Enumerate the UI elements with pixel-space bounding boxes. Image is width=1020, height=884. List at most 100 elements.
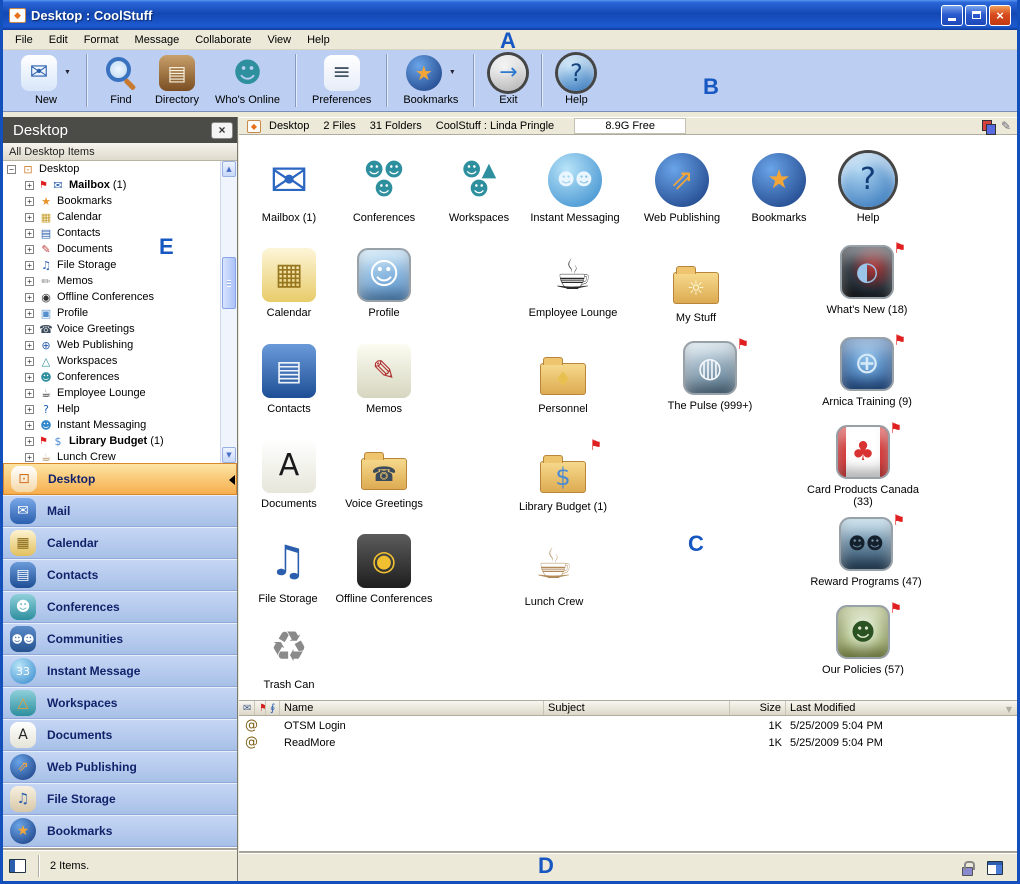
desktop-icon-reward-programs-47[interactable]: ☻☻⚑Reward Programs (47) [801,515,931,588]
tree-item-documents[interactable]: +✎Documents [3,241,237,257]
close-button[interactable]: × [989,5,1011,26]
desktop-icon-trash-can[interactable]: ♻Trash Can [239,618,354,691]
scroll-down-button[interactable]: ▼ [222,447,236,463]
tree-item-help[interactable]: +?Help [3,401,237,417]
expand-box-icon[interactable]: + [25,309,34,318]
title-bar[interactable]: ◆ Desktop : CoolStuff × [3,0,1017,30]
pages-icon[interactable] [982,120,995,133]
expand-box-icon[interactable]: + [25,453,34,462]
expand-box-icon[interactable]: + [25,261,34,270]
toolbar-button-new[interactable]: ✉▼New [13,50,79,111]
panel-filter-bar[interactable]: All Desktop Items [3,143,237,161]
menu-item-edit[interactable]: Edit [41,32,76,48]
expand-box-icon[interactable]: + [25,245,34,254]
sidebar-item-instant-message[interactable]: 33Instant Message [3,655,237,687]
expand-box-icon[interactable]: + [25,277,34,286]
toolbar-button-preferences[interactable]: ≡Preferences [304,50,379,111]
tree-item-bookmarks[interactable]: +★Bookmarks [3,193,237,209]
toolbar-button-help[interactable]: ?Help [550,50,602,111]
toolbar-button-find[interactable]: Find [95,50,147,111]
desktop-icon-arnica-training-9[interactable]: ⊕⚑Arnica Training (9) [802,335,932,408]
tree-item-offline-conferences[interactable]: +◉Offline Conferences [3,289,237,305]
split-pane-icon[interactable] [987,861,1003,875]
list-item-otsm-login[interactable]: @OTSM Login1K5/25/2009 5:04 PM [239,717,1017,734]
column-header-flag-icon[interactable]: ⚑ [255,701,266,715]
collapse-box-icon[interactable]: − [7,165,16,174]
scroll-up-button[interactable]: ▲ [222,161,236,177]
expand-box-icon[interactable]: + [25,437,34,446]
desktop-icon-profile[interactable]: ☺Profile [319,246,449,319]
expand-box-icon[interactable]: + [25,389,34,398]
desktop-icon-memos[interactable]: ✎Memos [319,342,449,415]
expand-box-icon[interactable]: + [25,373,34,382]
column-header-last-modified[interactable]: Last Modified [786,701,1017,715]
menu-item-file[interactable]: File [7,32,41,48]
toggle-panel-icon[interactable] [9,859,26,873]
tree-item-library-budget[interactable]: +⚑$Library Budget(1) [3,433,237,449]
maximize-button[interactable] [965,5,987,26]
desktop-icon-offline-conferences[interactable]: ◉Offline Conferences [319,532,449,605]
expand-box-icon[interactable]: + [25,229,34,238]
expand-box-icon[interactable]: + [25,357,34,366]
tree-item-calendar[interactable]: +▦Calendar [3,209,237,225]
sidebar-item-workspaces[interactable]: △Workspaces [3,687,237,719]
list-item-readmore[interactable]: @ReadMore1K5/25/2009 5:04 PM [239,734,1017,751]
desktop-icon-voice-greetings[interactable]: ☎Voice Greetings [319,437,449,510]
desktop-icon-personnel[interactable]: ♦Personnel [498,342,628,415]
expand-box-icon[interactable]: + [25,181,34,190]
desktop-icon-our-policies-57[interactable]: ☻⚑Our Policies (57) [798,603,928,676]
dropdown-caret-icon[interactable]: ▼ [64,69,71,76]
panel-close-button[interactable]: × [211,122,233,139]
menu-item-help[interactable]: Help [299,32,338,48]
sidebar-item-web-publishing[interactable]: ⇗Web Publishing [3,751,237,783]
scroll-thumb[interactable] [222,257,236,309]
minimize-button[interactable] [941,5,963,26]
tree-item-web-publishing[interactable]: +⊕Web Publishing [3,337,237,353]
column-header-size[interactable]: Size [730,701,786,715]
tree-item-employee-lounge[interactable]: +☕Employee Lounge [3,385,237,401]
expand-box-icon[interactable]: + [25,421,34,430]
column-header-attachment-icon[interactable]: ∮ [266,701,280,715]
dropdown-caret-icon[interactable]: ▼ [449,69,456,76]
menu-item-message[interactable]: Message [127,32,188,48]
sidebar-item-file-storage[interactable]: ♫File Storage [3,783,237,815]
tree-item-file-storage[interactable]: +♫File Storage [3,257,237,273]
toolbar-button-who-s-online[interactable]: ☻Who's Online [207,50,288,111]
tree-scrollbar[interactable]: ▲ ▼ [220,161,237,463]
menu-item-format[interactable]: Format [76,32,127,48]
tree-item-memos[interactable]: +✏Memos [3,273,237,289]
toolbar-button-exit[interactable]: →Exit [482,50,534,111]
expand-box-icon[interactable]: + [25,341,34,350]
expand-box-icon[interactable]: + [25,325,34,334]
sidebar-item-mail[interactable]: ✉Mail [3,495,237,527]
sidebar-item-conferences[interactable]: ☻Conferences [3,591,237,623]
sidebar-item-documents[interactable]: ADocuments [3,719,237,751]
expand-box-icon[interactable]: + [25,293,34,302]
tree-item-instant-messaging[interactable]: +☻Instant Messaging [3,417,237,433]
tree-item-mailbox[interactable]: +⚑✉Mailbox(1) [3,177,237,193]
desktop-icon-employee-lounge[interactable]: ☕Employee Lounge [508,246,638,319]
edit-pencil-icon[interactable]: ✎ [1001,119,1011,133]
desktop-icon-help[interactable]: ?Help [803,151,933,224]
column-header-item-icon[interactable]: ✉ [239,701,255,715]
sidebar-item-contacts[interactable]: ▤Contacts [3,559,237,591]
desktop-icon-library-budget-1[interactable]: $⚑Library Budget (1) [498,440,628,513]
tree-item-desktop[interactable]: −⊡Desktop [3,161,237,177]
sidebar-item-bookmarks[interactable]: ★Bookmarks [3,815,237,847]
desktop-icon-what-s-new-18[interactable]: ◐⚑What's New (18) [802,243,932,316]
sidebar-item-communities[interactable]: ☻☻Communities [3,623,237,655]
expand-box-icon[interactable]: + [25,197,34,206]
tree-item-workspaces[interactable]: +△Workspaces [3,353,237,369]
expand-box-icon[interactable]: + [25,405,34,414]
tree-item-lunch-crew[interactable]: +☕Lunch Crew [3,449,237,463]
tree-item-conferences[interactable]: +☻Conferences [3,369,237,385]
toolbar-button-directory[interactable]: ▤Directory [147,50,207,111]
sidebar-item-desktop[interactable]: ⊡Desktop [3,463,237,495]
sort-order-icon[interactable]: ▼ [1006,705,1012,714]
sidebar-item-calendar[interactable]: ▦Calendar [3,527,237,559]
toolbar-button-bookmarks[interactable]: ★▼Bookmarks [395,50,466,111]
desktop-icon-my-stuff[interactable]: ☼My Stuff [631,251,761,324]
column-header-subject[interactable]: Subject [544,701,730,715]
tree-item-profile[interactable]: +▣Profile [3,305,237,321]
menu-item-view[interactable]: View [259,32,299,48]
